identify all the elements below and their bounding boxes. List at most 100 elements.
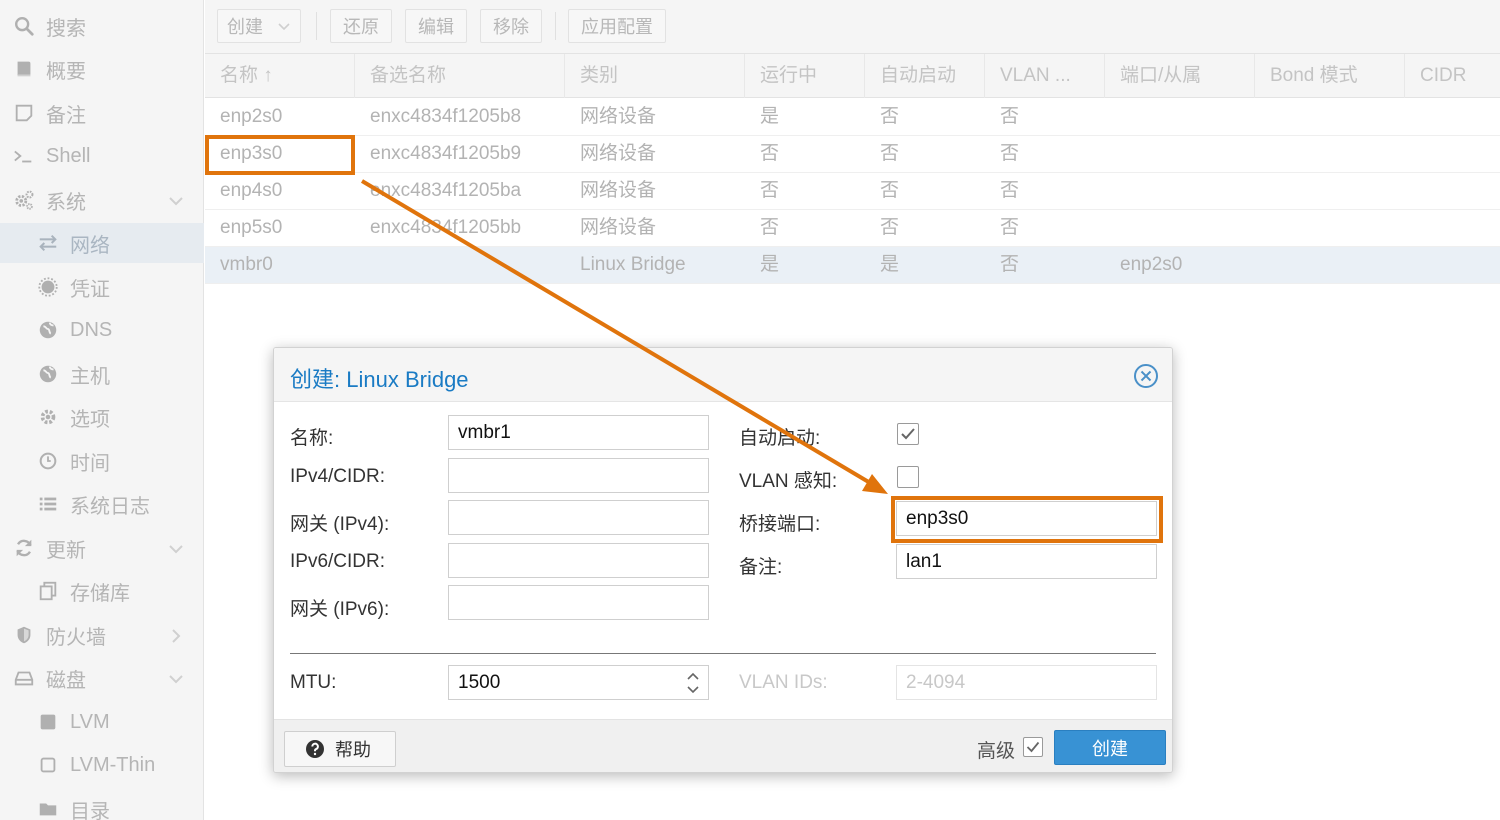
chevron-down-icon[interactable] <box>168 540 184 556</box>
comment-label: 备注: <box>739 557 783 578</box>
remove-button[interactable]: 移除 <box>480 9 542 43</box>
sidebar-item-hosts[interactable]: 主机 <box>0 354 204 394</box>
cell-vlan: 否 <box>1000 180 1020 201</box>
dialog-title: 创建: Linux Bridge <box>290 362 469 394</box>
gateway-ipv6-field[interactable] <box>448 585 709 620</box>
gateway-ipv4-field[interactable] <box>448 500 709 535</box>
certificate-icon <box>36 275 60 299</box>
sidebar-item-updates[interactable]: 更新 <box>0 528 204 568</box>
cell-autostart: 否 <box>880 180 900 201</box>
column-header-altname[interactable]: 备选名称 <box>355 54 565 98</box>
cell-ports <box>1105 173 1120 210</box>
name-label: 名称: <box>290 428 334 449</box>
sidebar-item-system[interactable]: 系统 <box>0 180 204 220</box>
sidebar-item-directory[interactable]: 目录 <box>0 789 204 820</box>
sidebar-item-syslog[interactable]: 系统日志 <box>0 484 204 524</box>
chevron-right-icon[interactable] <box>168 627 184 643</box>
cell-altname <box>355 247 370 284</box>
cell-ports <box>1105 210 1120 247</box>
sidebar-item-network[interactable]: 网络 <box>0 223 204 263</box>
comment-field[interactable]: lan1 <box>896 544 1157 579</box>
sidebar-item-disks[interactable]: 磁盘 <box>0 658 204 698</box>
column-header-type[interactable]: 类别 <box>565 54 745 98</box>
sidebar-item-summary[interactable]: 概要 <box>0 49 204 89</box>
help-button[interactable]: 帮助 <box>284 731 396 767</box>
close-icon[interactable] <box>1133 363 1159 389</box>
create-menu-button[interactable]: 创建 <box>217 9 301 43</box>
column-header-autostart[interactable]: 自动启动 <box>865 54 985 98</box>
advanced-checkbox[interactable] <box>1023 737 1043 757</box>
sidebar-item-label: 选项 <box>70 408 110 431</box>
cell-vlan: 否 <box>1000 143 1020 164</box>
table-row[interactable]: enp4s0 enxc4834f1205ba 网络设备 否 否 否 <box>205 173 1500 210</box>
create-button[interactable]: 创建 <box>1054 730 1166 765</box>
chevron-down-icon[interactable] <box>168 192 184 208</box>
highlight-box-source <box>205 135 355 175</box>
apply-config-button[interactable]: 应用配置 <box>568 9 666 43</box>
sidebar-item-label: LVM-Thin <box>70 753 156 776</box>
revert-button[interactable]: 还原 <box>330 9 392 43</box>
cell-type: 网络设备 <box>580 143 657 164</box>
autostart-checkbox[interactable] <box>897 423 919 445</box>
table-row[interactable]: enp2s0 enxc4834f1205b8 网络设备 是 否 否 <box>205 99 1500 136</box>
create-menu-label: 创建 <box>227 17 263 37</box>
edit-button[interactable]: 编辑 <box>405 9 467 43</box>
sidebar-item-shell[interactable]: Shell <box>0 136 204 176</box>
column-header-vlan[interactable]: VLAN ... <box>985 54 1105 98</box>
table-row[interactable]: enp3s0 enxc4834f1205b9 网络设备 否 否 否 <box>205 136 1500 173</box>
sidebar-item-dns[interactable]: DNS <box>0 310 204 350</box>
cell-name: vmbr0 <box>220 254 273 275</box>
sidebar-item-search[interactable]: 搜索 <box>0 6 204 46</box>
hdd-icon <box>12 666 36 690</box>
cell-altname: enxc4834f1205b9 <box>370 143 522 164</box>
column-header-ports[interactable]: 端口/从属 <box>1105 54 1255 98</box>
cell-active: 否 <box>760 217 780 238</box>
cell-type: 网络设备 <box>580 180 657 201</box>
sidebar-item-repositories[interactable]: 存储库 <box>0 571 204 611</box>
toolbar-separator <box>555 12 556 40</box>
sidebar-item-options[interactable]: 选项 <box>0 397 204 437</box>
dialog-footer: 帮助 高级 创建 <box>274 719 1172 772</box>
vlan-ids-field[interactable]: 2-4094 <box>896 665 1157 700</box>
cell-active: 是 <box>760 254 780 275</box>
gateway-ipv6-label: 网关 (IPv6): <box>290 599 390 620</box>
sidebar-item-notes[interactable]: 备注 <box>0 93 204 133</box>
column-header-name[interactable]: 名称 ↑ <box>205 54 355 98</box>
terminal-icon <box>12 144 36 168</box>
table-row-selected[interactable]: vmbr0 Linux Bridge 是 是 否 enp2s0 <box>205 247 1500 284</box>
sidebar-item-lvm-thin[interactable]: LVM-Thin <box>0 745 204 785</box>
gear-icon <box>36 405 60 429</box>
ipv4-cidr-field[interactable] <box>448 458 709 493</box>
mtu-field[interactable]: 1500 <box>448 665 709 700</box>
chevron-down-icon[interactable] <box>168 670 184 686</box>
sidebar-item-label: 磁盘 <box>46 669 86 692</box>
sidebar-item-time[interactable]: 时间 <box>0 441 204 481</box>
sidebar-item-label: 系统 <box>46 191 86 214</box>
dialog-header: 创建: Linux Bridge <box>274 348 1172 402</box>
sidebar-item-label: Shell <box>46 144 91 167</box>
name-field[interactable]: vmbr1 <box>448 415 709 450</box>
vlan-aware-checkbox[interactable] <box>897 466 919 488</box>
checkmark-icon <box>901 428 915 440</box>
ipv6-cidr-field[interactable] <box>448 543 709 578</box>
sidebar-item-label: 防火墙 <box>46 626 106 649</box>
sidebar-item-lvm[interactable]: LVM <box>0 702 204 742</box>
cell-active: 否 <box>760 143 780 164</box>
toolbar-separator <box>316 12 317 40</box>
cell-autostart: 否 <box>880 217 900 238</box>
table-row[interactable]: enp5s0 enxc4834f1205bb 网络设备 否 否 否 <box>205 210 1500 247</box>
cell-ports: enp2s0 <box>1120 254 1183 275</box>
column-header-bond-mode[interactable]: Bond 模式 <box>1255 54 1405 98</box>
help-label: 帮助 <box>335 740 371 760</box>
column-header-cidr[interactable]: CIDR <box>1405 54 1500 98</box>
column-header-active[interactable]: 运行中 <box>745 54 865 98</box>
sidebar-item-label: 更新 <box>46 539 86 562</box>
sidebar-item-firewall[interactable]: 防火墙 <box>0 615 204 655</box>
dialog-title-main: Linux Bridge <box>346 367 469 392</box>
sidebar-item-certificates[interactable]: 凭证 <box>0 267 204 307</box>
sidebar: 搜索 概要 备注 Shell 系统 网络 凭证 DNS 主机 选项 时间 系统日… <box>0 0 204 820</box>
cell-active: 是 <box>760 106 780 127</box>
spinner-arrows-icon[interactable] <box>686 670 700 696</box>
sidebar-item-label: 网络 <box>70 234 110 257</box>
cell-vlan: 否 <box>1000 254 1020 275</box>
